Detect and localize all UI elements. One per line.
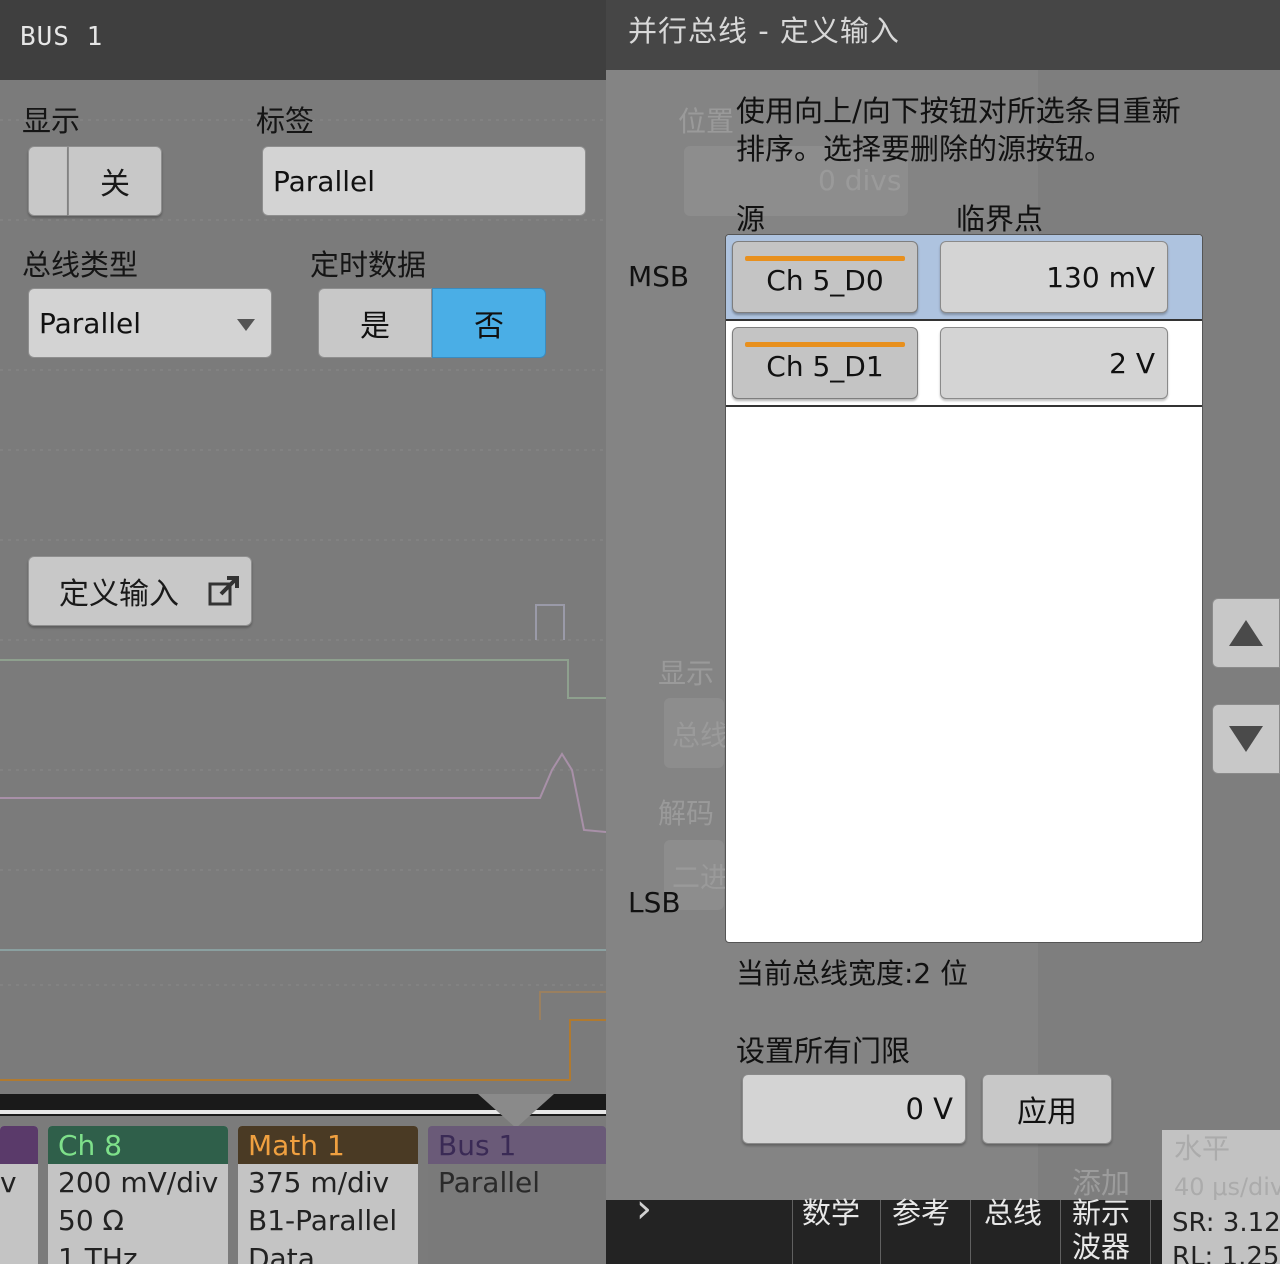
dialog-title: 并行总线 - 定义输入 [628, 14, 900, 48]
math1-title: Math 1 [238, 1126, 418, 1164]
math1-badge[interactable]: Math 1 375 m/div B1-Parallel Data [238, 1126, 418, 1264]
move-up-button[interactable] [1212, 598, 1280, 668]
math1-scale: 375 m/div [248, 1166, 390, 1199]
source-list: Ch 5_D0 130 mV Ch 5_D1 2 V [725, 234, 1203, 943]
display-toggle-knob[interactable] [28, 146, 68, 216]
apply-button[interactable]: 应用 [982, 1074, 1112, 1144]
bus-type-select[interactable]: Parallel [28, 288, 272, 358]
source-row[interactable]: Ch 5_D0 130 mV [726, 235, 1202, 321]
dropdown-arrow-icon [237, 319, 255, 331]
panel-title: BUS 1 [20, 22, 104, 52]
source-button[interactable]: Ch 5_D0 [732, 241, 918, 313]
menu-separator [880, 1200, 881, 1264]
bus-width-text: 当前总线宽度:2 位 [736, 957, 969, 990]
up-arrow-icon [1229, 620, 1263, 646]
ghost-decode-label: 解码 [658, 797, 715, 830]
bus1-type: Parallel [438, 1166, 541, 1199]
ghost-position-label: 位置 [678, 105, 735, 138]
ghost-display-label: 显示 [658, 657, 715, 690]
ch8-title: Ch 8 [48, 1126, 228, 1164]
bus-type-value: Parallel [39, 306, 142, 340]
timing-no-button[interactable]: 否 [432, 288, 546, 358]
ch8-scale: 200 mV/div [58, 1166, 219, 1199]
new-filter-line-2: 波器 [1072, 1230, 1131, 1264]
source-column-header: 源 [736, 202, 766, 236]
define-inputs-button[interactable]: 定义输入 [28, 556, 252, 626]
source-name: Ch 5_D0 [766, 263, 884, 297]
lsb-label: LSB [628, 886, 681, 919]
source-name: Ch 5_D1 [766, 349, 884, 383]
external-link-icon [208, 576, 239, 606]
horizontal-title: 水平 [1174, 1132, 1231, 1165]
menu-reference[interactable]: 参考 [892, 1196, 950, 1230]
tag-input[interactable]: Parallel [262, 146, 586, 216]
ch8-badge[interactable]: Ch 8 200 mV/div 50 Ω 1 THz [48, 1126, 228, 1264]
menu-separator [1060, 1200, 1061, 1264]
new-filter-line-1: 新示 [1072, 1196, 1131, 1230]
channel-color-stripe [745, 342, 905, 347]
ch8-bandwidth: 1 THz [58, 1242, 138, 1264]
math1-type: Data [248, 1242, 315, 1264]
tag-label: 标签 [256, 104, 315, 138]
channel-badge-partial[interactable]: v [0, 1126, 38, 1264]
horizontal-scale: 40 μs/div [1174, 1173, 1280, 1201]
menu-separator [1150, 1200, 1151, 1264]
timing-yes-button[interactable]: 是 [318, 288, 432, 358]
down-arrow-icon [1229, 726, 1263, 752]
horizontal-badge[interactable]: 水平 40 μs/div SR: 3.125 RL: 1.25 [1162, 1130, 1280, 1264]
set-all-thresholds-label: 设置所有门限 [736, 1034, 911, 1068]
math1-source: B1-Parallel [248, 1204, 398, 1237]
channel-color-stripe [745, 256, 905, 261]
move-down-button[interactable] [1212, 704, 1280, 774]
source-row[interactable]: Ch 5_D1 2 V [726, 321, 1202, 407]
define-inputs-label: 定义输入 [59, 577, 179, 612]
bus-type-label: 总线类型 [22, 248, 139, 282]
menu-bus[interactable]: 总线 [984, 1196, 1042, 1230]
bus-position-marker[interactable] [478, 1094, 554, 1128]
chevron-right-icon[interactable]: › [636, 1186, 652, 1232]
menu-separator [792, 1200, 793, 1264]
instructions-text: 使用向上/向下按钮对所选条目重新排序。选择要删除的源按钮。 [736, 94, 1181, 166]
bus1-badge[interactable]: Bus 1 Parallel [428, 1126, 606, 1264]
threshold-field[interactable]: 130 mV [940, 241, 1168, 313]
threshold-column-header: 临界点 [956, 202, 1044, 236]
ghost-bus-text: 总线 [672, 719, 729, 752]
ch8-impedance: 50 Ω [58, 1204, 124, 1237]
bus-config-panel: BUS 1 显示 关 标签 Parallel 总线类型 Parallel 定时数… [0, 0, 606, 1094]
display-toggle[interactable]: 关 [68, 146, 162, 216]
display-label: 显示 [22, 104, 81, 138]
menu-math[interactable]: 数学 [802, 1196, 860, 1230]
timing-data-label: 定时数据 [310, 248, 427, 282]
sample-rate: SR: 3.125 [1172, 1208, 1280, 1238]
record-length: RL: 1.25 [1172, 1242, 1280, 1264]
bus1-title: Bus 1 [428, 1126, 606, 1164]
menu-separator [970, 1200, 971, 1264]
msb-label: MSB [628, 260, 690, 293]
ghost-divs: 0 divs [818, 164, 902, 197]
source-button[interactable]: Ch 5_D1 [732, 327, 918, 399]
set-all-thresholds-input[interactable]: 0 V [742, 1074, 966, 1144]
menu-new-filter[interactable]: 新示 波器 [1072, 1196, 1130, 1264]
threshold-field[interactable]: 2 V [940, 327, 1168, 399]
